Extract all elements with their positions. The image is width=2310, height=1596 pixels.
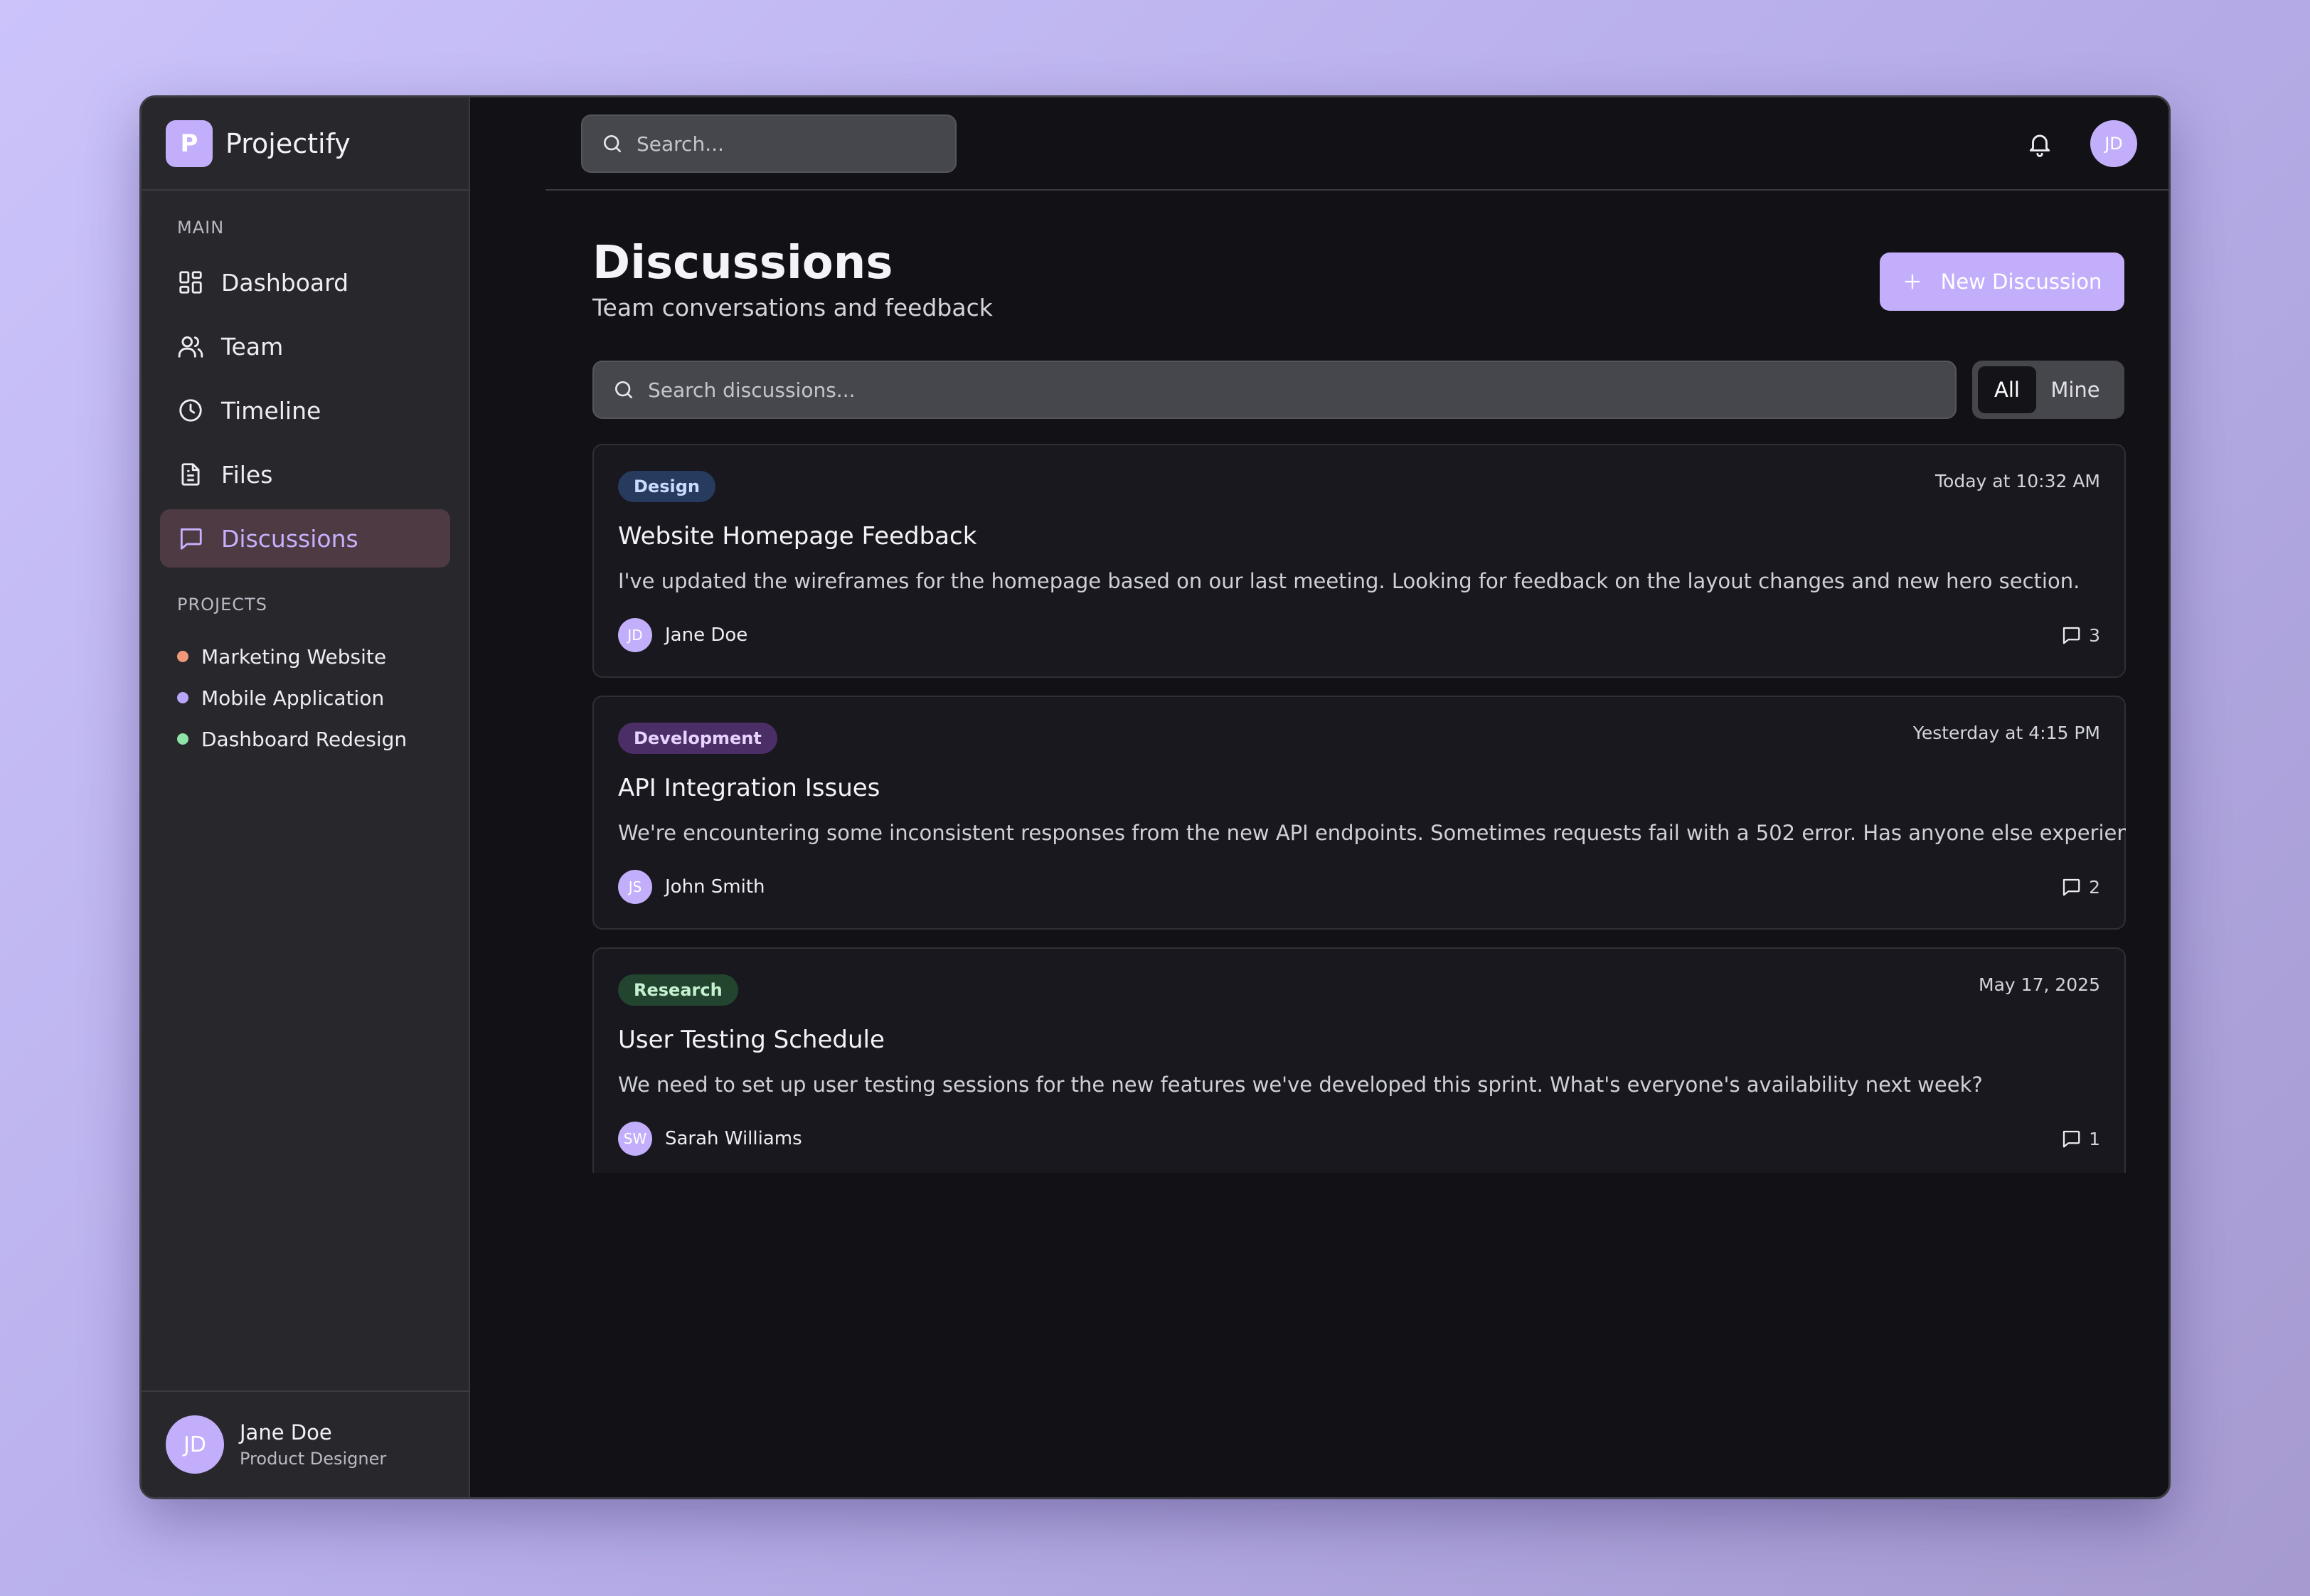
author-name: John Smith xyxy=(665,876,765,898)
discussion-title[interactable]: Website Homepage Feedback xyxy=(618,522,2100,550)
discussion-excerpt: We're encountering some inconsistent res… xyxy=(618,821,2126,845)
top-bar: JD xyxy=(545,97,2168,191)
new-discussion-button[interactable]: New Discussion xyxy=(1880,252,2124,311)
comment-count[interactable]: 1 xyxy=(2060,1128,2100,1149)
discussion-footer: JD Jane Doe 3 xyxy=(618,618,2100,652)
global-search[interactable] xyxy=(581,115,957,173)
dashboard-icon xyxy=(179,271,202,294)
category-tag: Research xyxy=(618,974,738,1006)
page-title: Discussions xyxy=(592,237,893,289)
sidebar: P Projectify MAIN Dashboard Team Timelin… xyxy=(142,97,470,1497)
filter-mine-button[interactable]: Mine xyxy=(2036,366,2114,413)
page-subtitle: Team conversations and feedback xyxy=(592,294,993,321)
section-label-main: MAIN xyxy=(177,218,225,238)
discussion-excerpt: We need to set up user testing sessions … xyxy=(618,1073,1983,1097)
discussion-date: Yesterday at 4:15 PM xyxy=(1912,723,2100,743)
discussion-title[interactable]: User Testing Schedule xyxy=(618,1026,2100,1054)
category-tag: Development xyxy=(618,723,777,754)
comment-icon xyxy=(2062,1130,2080,1148)
sidebar-item-discussions[interactable]: Discussions xyxy=(160,509,450,568)
app-window: P Projectify MAIN Dashboard Team Timelin… xyxy=(139,95,2171,1499)
discussion-search[interactable] xyxy=(592,361,1957,419)
discussion-list: Design Today at 10:32 AM Website Homepag… xyxy=(592,444,2126,1173)
project-list: Marketing Website Mobile Application Das… xyxy=(142,636,469,760)
sidebar-item-label: Dashboard xyxy=(221,268,349,297)
project-name: Mobile Application xyxy=(201,686,385,710)
file-icon xyxy=(181,463,200,486)
project-name: Dashboard Redesign xyxy=(201,727,408,751)
project-item-marketing-website[interactable]: Marketing Website xyxy=(177,636,469,677)
main-nav: Dashboard Team Timeline Files Discussion… xyxy=(142,253,469,568)
project-item-mobile-application[interactable]: Mobile Application xyxy=(177,677,469,718)
discussion-card[interactable]: Development Yesterday at 4:15 PM API Int… xyxy=(592,696,2126,930)
sidebar-item-label: Discussions xyxy=(221,524,358,553)
project-color-dot xyxy=(177,651,188,662)
brand-name: Projectify xyxy=(225,127,351,159)
comment-count[interactable]: 3 xyxy=(2060,624,2100,646)
project-color-dot xyxy=(177,733,188,745)
avatar: SW xyxy=(618,1122,652,1156)
discussion-date: May 17, 2025 xyxy=(1979,974,2100,995)
main-content: JD Discussions Team conversations and fe… xyxy=(470,97,2168,1497)
filter-toggle: All Mine xyxy=(1972,361,2124,419)
sidebar-item-label: Timeline xyxy=(221,396,321,425)
sidebar-item-label: Files xyxy=(221,460,273,489)
discussion-excerpt: I've updated the wireframes for the home… xyxy=(618,569,2080,593)
message-icon xyxy=(180,528,202,550)
search-icon xyxy=(604,135,621,152)
filter-all-button[interactable]: All xyxy=(1978,366,2036,413)
search-icon xyxy=(615,381,632,398)
bell-icon[interactable] xyxy=(2026,130,2053,157)
brand-logo: P xyxy=(166,119,213,167)
plus-icon xyxy=(1905,274,1920,289)
sidebar-item-timeline[interactable]: Timeline xyxy=(160,381,450,440)
user-role: Product Designer xyxy=(240,1449,387,1469)
search-input[interactable] xyxy=(637,132,920,156)
author-name: Jane Doe xyxy=(665,624,748,646)
sidebar-item-team[interactable]: Team xyxy=(160,317,450,376)
avatar: JD xyxy=(618,618,652,652)
comment-count-value: 3 xyxy=(2089,624,2100,646)
user-name: Jane Doe xyxy=(240,1420,332,1445)
brand[interactable]: P Projectify xyxy=(142,97,469,191)
comment-count-value: 2 xyxy=(2089,876,2100,898)
discussion-search-input[interactable] xyxy=(648,378,1723,402)
discussion-date: Today at 10:32 AM xyxy=(1935,471,2100,491)
clock-icon xyxy=(179,399,202,422)
sidebar-item-dashboard[interactable]: Dashboard xyxy=(160,253,450,312)
project-item-dashboard-redesign[interactable]: Dashboard Redesign xyxy=(177,718,469,760)
discussion-card[interactable]: Research May 17, 2025 User Testing Sched… xyxy=(592,947,2126,1173)
new-discussion-label: New Discussion xyxy=(1940,270,2102,294)
sidebar-item-label: Team xyxy=(221,332,284,361)
author-name: Sarah Williams xyxy=(665,1128,802,1149)
users-icon xyxy=(178,336,203,358)
comment-icon xyxy=(2062,627,2080,644)
user-profile[interactable]: JD Jane Doe Product Designer xyxy=(142,1390,469,1497)
comment-icon xyxy=(2062,878,2080,896)
avatar: JS xyxy=(618,870,652,904)
project-name: Marketing Website xyxy=(201,644,387,669)
user-meta: Jane Doe Product Designer xyxy=(240,1420,386,1469)
project-color-dot xyxy=(177,692,188,703)
avatar[interactable]: JD xyxy=(2090,120,2137,167)
discussion-footer: SW Sarah Williams 1 xyxy=(618,1122,2100,1156)
discussion-card[interactable]: Design Today at 10:32 AM Website Homepag… xyxy=(592,444,2126,678)
discussion-title[interactable]: API Integration Issues xyxy=(618,774,2100,802)
comment-count-value: 1 xyxy=(2089,1128,2100,1149)
category-tag: Design xyxy=(618,471,715,502)
sidebar-item-files[interactable]: Files xyxy=(160,445,450,504)
section-label-projects: PROJECTS xyxy=(177,595,267,615)
comment-count[interactable]: 2 xyxy=(2060,876,2100,898)
avatar: JD xyxy=(166,1415,224,1474)
discussion-footer: JS John Smith 2 xyxy=(618,870,2100,904)
